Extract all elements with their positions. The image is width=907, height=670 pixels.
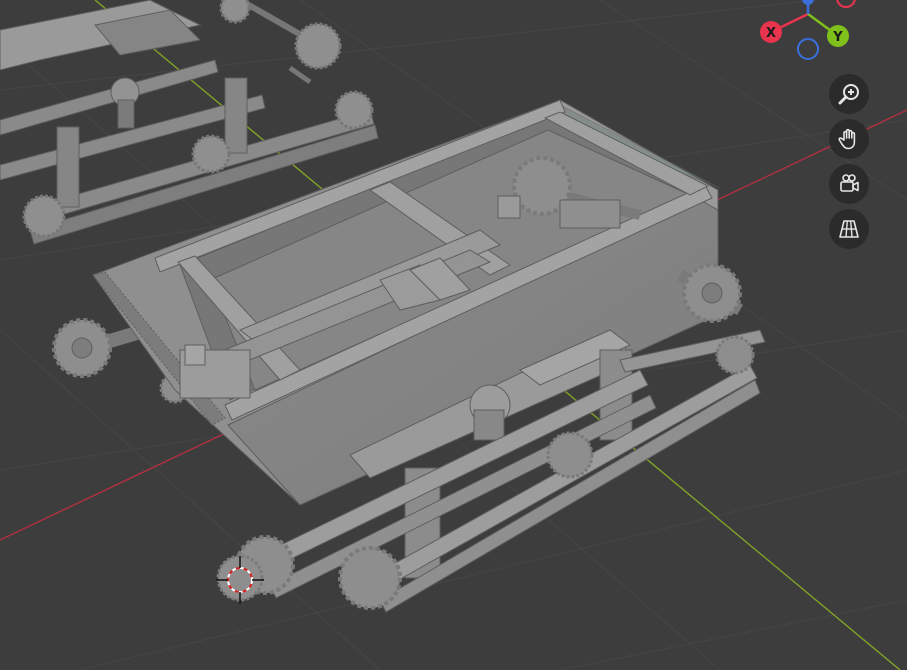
zoom-button[interactable] <box>829 74 869 114</box>
gizmo-z-ball[interactable] <box>802 0 814 5</box>
gizmo-y-label: Y <box>832 30 843 45</box>
zoom-icon <box>838 84 859 105</box>
gizmo-neg-z-ball[interactable] <box>797 38 819 60</box>
3d-viewport[interactable]: X Y <box>0 0 907 670</box>
pan-button[interactable] <box>829 119 869 159</box>
gizmo-neg-x-ball[interactable] <box>836 0 856 8</box>
gizmo-x-label: X <box>766 26 776 41</box>
grid-perspective-icon <box>839 220 859 238</box>
perspective-toggle-button[interactable] <box>829 209 869 249</box>
camera-view-button[interactable] <box>829 164 869 204</box>
navigation-gizmo[interactable]: X Y <box>760 0 856 60</box>
hand-pan-icon <box>838 128 856 150</box>
camera-icon <box>840 174 859 192</box>
